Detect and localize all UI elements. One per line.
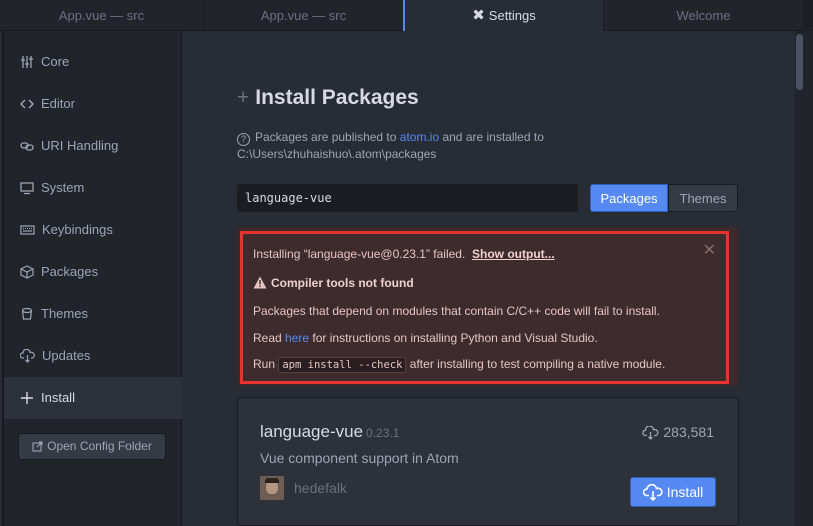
alert-run-prefix: Run (253, 357, 279, 371)
sidebar-item-system[interactable]: System (4, 167, 182, 209)
alert-line-3: Packages that depend on modules that con… (253, 304, 660, 318)
avatar-hair (265, 478, 279, 483)
keyboard-icon (20, 225, 35, 235)
paintcan-icon (21, 307, 33, 320)
sidebar-item-uri-handling[interactable]: URI Handling (4, 125, 182, 167)
open-config-folder-button[interactable]: Open Config Folder (18, 433, 166, 460)
sidebar-item-updates[interactable]: Updates (4, 335, 182, 377)
info-prefix: Packages are published to (255, 130, 400, 144)
sidebar-item-label: Themes (41, 306, 88, 321)
tab-app-vue-2[interactable]: App.vue — src (204, 0, 404, 31)
sidebar-item-label: URI Handling (41, 138, 119, 153)
tab-settings[interactable]: ✖ Settings (403, 0, 604, 32)
sidebar-item-install[interactable]: Install (4, 377, 182, 419)
scrollbar-track[interactable] (795, 31, 813, 526)
tab-app-vue-1[interactable]: App.vue — src (0, 0, 204, 31)
package-title: language-vue 0.23.1 (260, 422, 399, 442)
package-icon (20, 265, 34, 279)
alert-run-suffix: after installing to test compiling a nat… (406, 357, 666, 371)
install-panel: + Install Packages ? Packages are publishe… (182, 31, 795, 526)
package-description: Vue component support in Atom (260, 450, 459, 466)
show-output-link[interactable]: Show output... (472, 247, 555, 261)
download-count: 283,581 (663, 424, 714, 440)
sidebar-item-label: Packages (41, 264, 99, 279)
tab-label: Settings (488, 8, 536, 23)
alert-heading: Compiler tools not found (253, 276, 414, 290)
here-link[interactable]: here (285, 331, 309, 345)
package-downloads: 283,581 (642, 424, 714, 440)
package-author[interactable]: hedefalk (294, 480, 347, 496)
tab-label: Welcome (676, 8, 731, 23)
sidebar-item-themes[interactable]: Themes (4, 293, 182, 335)
alert-line-5: Run apm install --check after installing… (253, 357, 666, 373)
avatar[interactable] (260, 476, 284, 500)
tools-icon: ✖ (472, 7, 485, 24)
install-button[interactable]: Install (630, 477, 716, 507)
install-path: C:\Users\zhuhaishuo\.atom\packages (237, 147, 437, 161)
search-input[interactable]: language-vue (237, 184, 578, 212)
page-title-text: Install Packages (255, 86, 419, 109)
alert-line-1: Installing “language-vue@0.23.1” failed.… (253, 247, 555, 261)
package-name: language-vue (260, 422, 364, 441)
tab-label: App.vue — src (260, 8, 347, 23)
plus-icon (21, 392, 33, 404)
package-card[interactable]: language-vue 0.23.1 283,581 Vue component… (237, 397, 739, 526)
scrollbar-thumb[interactable] (796, 34, 803, 90)
alert-read-prefix: Read (253, 331, 286, 345)
warning-icon (253, 276, 267, 289)
tab-welcome[interactable]: Welcome (604, 0, 804, 31)
tabbar-edge (803, 0, 813, 31)
close-icon[interactable]: ✕ (703, 240, 716, 260)
alert-line-4: Read here for instructions on installing… (253, 331, 598, 345)
install-error-alert: Installing “language-vue@0.23.1” failed.… (240, 231, 729, 384)
link-icon (20, 142, 34, 151)
tab-label: App.vue — src (58, 8, 145, 23)
alert-read-suffix: for instructions on installing Python an… (309, 331, 598, 345)
info-suffix: and are installed to (439, 130, 544, 144)
question-icon: ? (237, 133, 250, 146)
cloud-download-icon (642, 483, 663, 502)
alert-failed-text: Installing “language-vue@0.23.1” failed. (253, 247, 466, 261)
install-label: Install (666, 484, 704, 500)
apm-command-code: apm install --check (278, 357, 407, 373)
page-title: + Install Packages (237, 86, 419, 110)
sidebar-item-label: Core (41, 54, 70, 69)
monitor-icon (20, 182, 34, 195)
package-version: 0.23.1 (366, 426, 400, 440)
tab-bar: App.vue — src App.vue — src ✖ Settings We… (0, 0, 813, 32)
open-config-label: Open Config Folder (47, 439, 152, 453)
sidebar-item-label: Updates (42, 348, 91, 363)
atom-io-link[interactable]: atom.io (400, 130, 439, 144)
cloud-download-icon (19, 348, 35, 363)
sidebar-item-label: Install (41, 390, 75, 405)
sidebar-item-label: System (41, 180, 85, 195)
sidebar-item-label: Editor (41, 96, 75, 111)
sidebar-item-label: Keybindings (42, 222, 113, 237)
sidebar-item-keybindings[interactable]: Keybindings (4, 209, 182, 251)
link-external-icon (32, 441, 43, 452)
cloud-download-icon (642, 425, 659, 440)
sidebar-item-packages[interactable]: Packages (4, 251, 182, 293)
settings-sidebar: Core Editor URI Handling System Keybindi… (4, 31, 182, 526)
code-icon (19, 99, 35, 109)
sidebar-item-core[interactable]: Core (4, 41, 182, 83)
alert-heading-text: Compiler tools not found (271, 276, 414, 290)
plus-icon: + (237, 86, 250, 109)
packages-toggle-button[interactable]: Packages (590, 184, 668, 212)
install-info: ? Packages are published to atom.io and a… (237, 129, 617, 163)
themes-toggle-button[interactable]: Themes (668, 184, 738, 212)
sliders-icon (21, 56, 33, 68)
sidebar-item-editor[interactable]: Editor (4, 83, 182, 125)
